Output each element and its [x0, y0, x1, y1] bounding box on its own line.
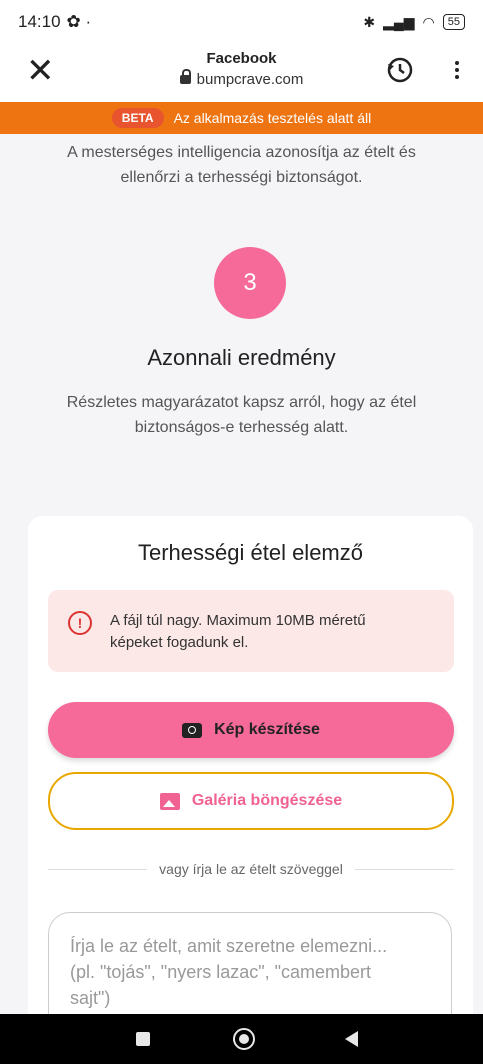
- gallery-icon: [159, 792, 180, 810]
- analyzer-card: Terhességi étel elemző ! A fájl túl nagy…: [28, 516, 473, 1052]
- recents-icon[interactable]: [136, 1032, 150, 1046]
- step2-description: A mesterséges intelligencia azonosítja a…: [67, 144, 416, 186]
- battery-icon: 55: [442, 14, 465, 30]
- camera-icon: [182, 722, 203, 738]
- signal-icon: ▂▄▆: [383, 13, 415, 30]
- error-text-line1: A fájl túl nagy. Maximum 10MB méretű: [110, 612, 366, 629]
- browse-gallery-label: Galéria böngészése: [191, 792, 343, 809]
- step3-description: Részletes magyarázatot kapsz arról, hogy…: [66, 394, 417, 436]
- lock-icon: [179, 69, 191, 84]
- or-divider: vagy írja le az ételt szöveggel: [48, 861, 454, 877]
- wifi-icon: ◠: [422, 13, 435, 30]
- divider-text: vagy írja le az ételt szöveggel: [159, 861, 343, 877]
- home-icon[interactable]: [233, 1028, 255, 1050]
- step-number-badge: 3: [214, 247, 286, 319]
- bluetooth-icon: ✱: [363, 13, 376, 30]
- browse-gallery-button[interactable]: Galéria böngészése: [48, 772, 454, 830]
- beta-text: Az alkalmazás tesztelés alatt áll: [173, 110, 372, 126]
- step3-title: Azonnali eredmény: [147, 345, 336, 370]
- status-extra: ✿ ·: [66, 12, 92, 31]
- system-nav-bar: [0, 1014, 483, 1064]
- take-photo-button[interactable]: Kép készítése: [48, 702, 454, 758]
- more-icon[interactable]: [455, 58, 461, 82]
- error-icon: !: [68, 611, 92, 635]
- error-text-line2: képeket fogadunk el.: [110, 634, 249, 651]
- status-bar: 14:10 ✿ · ✱ ▂▄▆ ◠ 55: [0, 0, 483, 44]
- browser-app-bar: ✕ Facebook bumpcrave.com: [0, 44, 483, 102]
- url-text: bumpcrave.com: [196, 71, 304, 88]
- input-placeholder: Írja le az ételt, amit szeretne elemezni…: [70, 936, 388, 1008]
- history-icon[interactable]: [386, 56, 414, 84]
- beta-badge: BETA: [111, 108, 164, 128]
- back-icon[interactable]: [345, 1031, 358, 1047]
- card-title: Terhességi étel elemző: [137, 540, 363, 565]
- beta-banner: BETA Az alkalmazás tesztelés alatt áll: [0, 102, 483, 134]
- take-photo-label: Kép készítése: [214, 721, 320, 738]
- status-time: 14:10: [18, 12, 61, 31]
- error-message: ! A fájl túl nagy. Maximum 10MB méretű k…: [48, 590, 454, 672]
